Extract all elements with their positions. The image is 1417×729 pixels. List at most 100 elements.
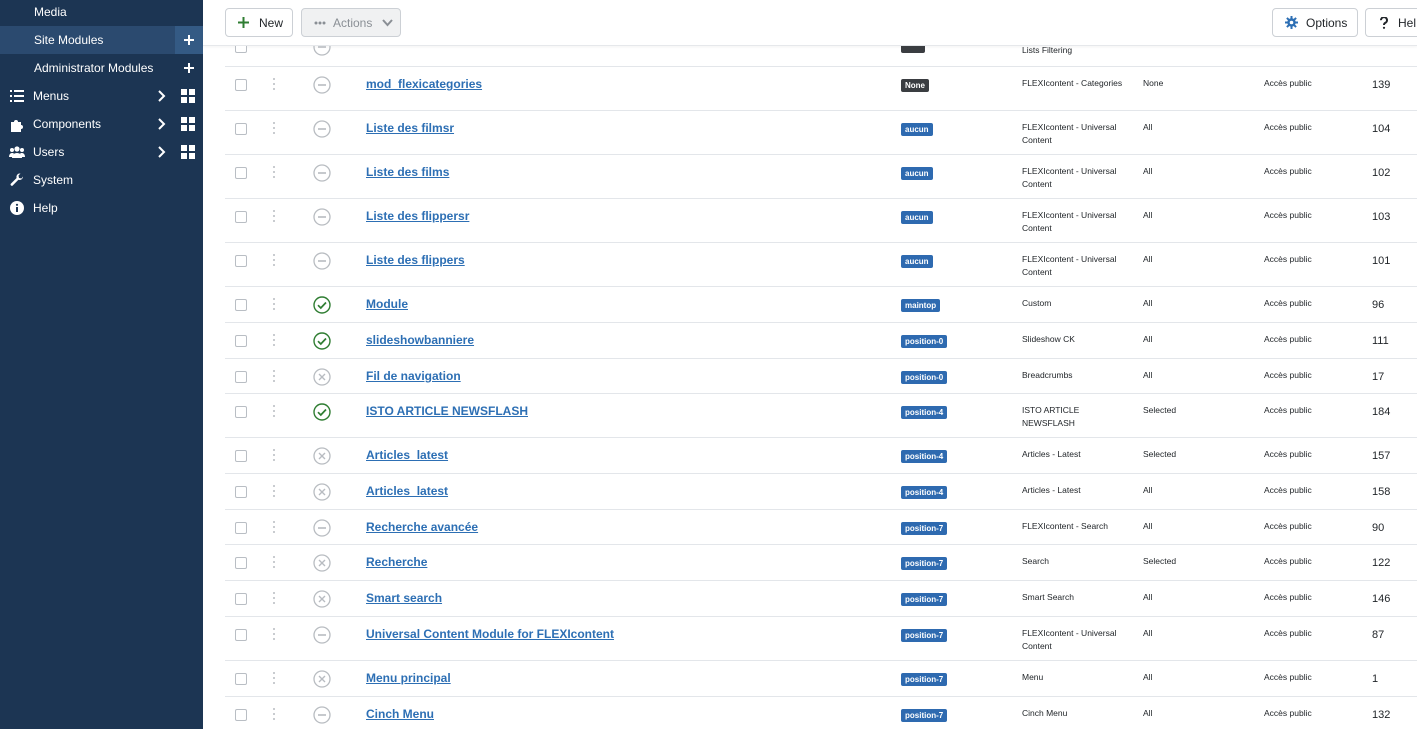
table-row[interactable]: Smart search position-7 Smart Search All… [225,581,1417,617]
drag-handle-icon[interactable] [272,166,276,178]
dashboard-grid-icon[interactable] [181,145,195,159]
drag-handle-icon[interactable] [272,122,276,134]
module-title-link[interactable]: Recherche [366,555,427,569]
help-button[interactable]: Hel [1365,8,1417,37]
status-unpublished-icon[interactable] [313,590,331,608]
drag-handle-icon[interactable] [272,298,276,310]
status-unpublished-icon[interactable] [313,670,331,688]
sidebar-item-administrator-modules[interactable]: Administrator Modules [0,54,203,82]
sidebar-item-users[interactable]: Users [0,138,203,166]
drag-handle-icon[interactable] [272,628,276,640]
module-title-link[interactable]: mod_flexicategories [366,77,482,91]
row-checkbox[interactable] [235,371,247,383]
table-row[interactable]: Universal Content Module for FLEXIconten… [225,617,1417,661]
table-row[interactable]: Module maintop Custom All Accès public 9… [225,287,1417,323]
drag-handle-icon[interactable] [272,449,276,461]
table-row[interactable]: Recherche position-7 Search Selected Acc… [225,545,1417,581]
drag-handle-icon[interactable] [272,78,276,90]
drag-handle-icon[interactable] [272,210,276,222]
table-row[interactable]: Fil de navigation position-0 Breadcrumbs… [225,359,1417,394]
sidebar-item-help[interactable]: Help [0,194,203,222]
status-unpublished-icon[interactable] [313,483,331,501]
status-disabled-icon[interactable] [313,706,331,724]
table-row[interactable]: Liste des films aucun FLEXIcontent - Uni… [225,155,1417,199]
table-row[interactable]: Articles_latest position-4 Articles - La… [225,438,1417,474]
sidebar-item-components[interactable]: Components [0,110,203,138]
row-checkbox[interactable] [235,486,247,498]
status-published-icon[interactable] [313,332,331,350]
dashboard-grid-icon[interactable] [181,117,195,131]
table-row[interactable]: Articles_latest position-4 Articles - La… [225,474,1417,510]
drag-handle-icon[interactable] [272,708,276,720]
sidebar-item-media[interactable]: Media [0,0,203,26]
module-title-link[interactable]: Liste des filmsr [366,121,454,135]
table-row[interactable]: ISTO ARTICLE NEWSFLASH position-4 ISTO A… [225,394,1417,438]
drag-handle-icon[interactable] [272,405,276,417]
drag-handle-icon[interactable] [272,556,276,568]
module-title-link[interactable]: Menu principal [366,671,451,685]
add-site-module-button[interactable] [175,26,203,54]
module-title-link[interactable]: Module [366,297,408,311]
module-title-link[interactable]: Articles_latest [366,448,448,462]
table-row[interactable]: Cinch Menu position-7 Cinch Menu All Acc… [225,697,1417,729]
module-title-link[interactable]: Recherche avancée [366,520,478,534]
drag-handle-icon[interactable] [272,485,276,497]
status-published-icon[interactable] [313,403,331,421]
table-row[interactable]: Liste des filmsr aucun FLEXIcontent - Un… [225,111,1417,155]
status-disabled-icon[interactable] [313,46,331,56]
row-checkbox[interactable] [235,335,247,347]
sidebar-item-menus[interactable]: Menus [0,82,203,110]
status-disabled-icon[interactable] [313,120,331,138]
add-admin-module-button[interactable] [175,54,203,82]
row-checkbox[interactable] [235,79,247,91]
table-row[interactable]: mod_flexicategories None FLEXIcontent - … [225,67,1417,111]
row-checkbox[interactable] [235,522,247,534]
module-title-link[interactable]: Liste des flippersr [366,209,469,223]
module-title-link[interactable]: Liste des flippers [366,253,465,267]
status-disabled-icon[interactable] [313,252,331,270]
row-checkbox[interactable] [235,673,247,685]
status-disabled-icon[interactable] [313,626,331,644]
sidebar-item-site-modules[interactable]: Site Modules [0,26,203,54]
table-row-partial[interactable]: Lists Filtering [225,46,1417,67]
table-row[interactable]: slideshowbanniere position-0 Slideshow C… [225,323,1417,359]
module-title-link[interactable]: ISTO ARTICLE NEWSFLASH [366,404,528,418]
table-row[interactable]: Liste des flippers aucun FLEXIcontent - … [225,243,1417,287]
drag-handle-icon[interactable] [272,672,276,684]
status-unpublished-icon[interactable] [313,554,331,572]
module-title-link[interactable]: Cinch Menu [366,707,434,721]
chevron-right-icon[interactable] [156,88,168,104]
options-button[interactable]: Options [1272,8,1358,37]
drag-handle-icon[interactable] [272,521,276,533]
module-title-link[interactable]: slideshowbanniere [366,333,474,347]
row-checkbox[interactable] [235,450,247,462]
drag-handle-icon[interactable] [272,370,276,382]
drag-handle-icon[interactable] [272,254,276,266]
status-unpublished-icon[interactable] [313,447,331,465]
row-checkbox[interactable] [235,167,247,179]
status-published-icon[interactable] [313,296,331,314]
row-checkbox[interactable] [235,299,247,311]
row-checkbox[interactable] [235,123,247,135]
row-checkbox[interactable] [235,593,247,605]
module-title-link[interactable]: Liste des films [366,165,449,179]
row-checkbox[interactable] [235,629,247,641]
drag-handle-icon[interactable] [272,592,276,604]
row-checkbox[interactable] [235,406,247,418]
status-unpublished-icon[interactable] [313,368,331,386]
row-checkbox[interactable] [235,255,247,267]
actions-dropdown[interactable]: Actions [301,8,401,37]
status-disabled-icon[interactable] [313,76,331,94]
table-row[interactable]: Liste des flippersr aucun FLEXIcontent -… [225,199,1417,243]
new-button[interactable]: New [225,8,293,37]
row-checkbox[interactable] [235,46,247,53]
row-checkbox[interactable] [235,211,247,223]
sidebar-item-system[interactable]: System [0,166,203,194]
table-row[interactable]: Menu principal position-7 Menu All Accès… [225,661,1417,697]
drag-handle-icon[interactable] [272,334,276,346]
module-title-link[interactable]: Articles_latest [366,484,448,498]
row-checkbox[interactable] [235,709,247,721]
status-disabled-icon[interactable] [313,164,331,182]
module-title-link[interactable]: Universal Content Module for FLEXIconten… [366,627,614,641]
module-title-link[interactable]: Smart search [366,591,442,605]
